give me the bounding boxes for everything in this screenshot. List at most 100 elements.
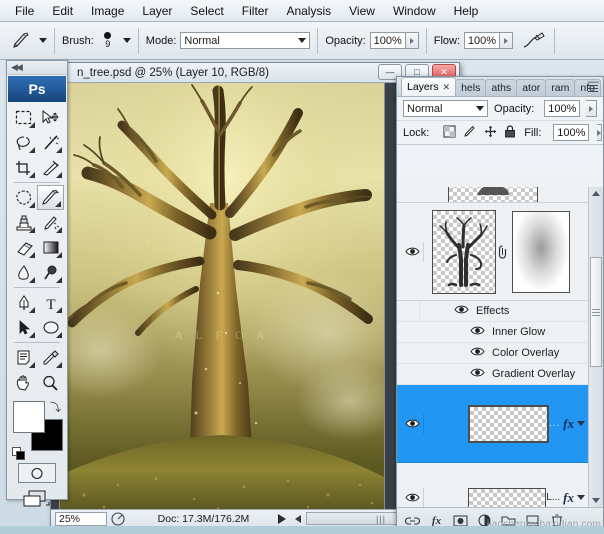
- layer-style-fx-icon[interactable]: fx: [563, 416, 574, 432]
- flow-slider-button[interactable]: [500, 32, 513, 49]
- menu-item-edit[interactable]: Edit: [43, 1, 82, 21]
- menu-item-filter[interactable]: Filter: [233, 1, 278, 21]
- list-item[interactable]: [397, 203, 603, 301]
- lock-transparency-icon[interactable]: [443, 125, 456, 141]
- layer-style-fx-icon[interactable]: fx: [563, 490, 574, 506]
- color-overlay-eye-icon[interactable]: [470, 346, 485, 360]
- ellipse-shape-tool[interactable]: [37, 315, 64, 340]
- layer-opacity-input[interactable]: 100%: [544, 100, 580, 117]
- type-tool[interactable]: T: [37, 290, 64, 315]
- eye-icon[interactable]: [397, 301, 420, 321]
- brush-preset-preview[interactable]: 9: [98, 32, 118, 49]
- brush-tool[interactable]: [37, 185, 64, 210]
- eyedropper-tool[interactable]: [37, 345, 64, 370]
- scroll-left-arrow-icon[interactable]: [295, 515, 301, 523]
- crop-tool[interactable]: [10, 155, 37, 180]
- layer-thumbnail[interactable]: [468, 488, 546, 508]
- document-thumbnail-icon[interactable]: [107, 512, 129, 526]
- notes-tool[interactable]: [10, 345, 37, 370]
- eraser-tool[interactable]: [10, 235, 37, 260]
- close-icon[interactable]: ✕: [443, 82, 451, 93]
- link-mask-icon[interactable]: [496, 244, 508, 260]
- eye-icon[interactable]: [401, 242, 424, 262]
- rectangular-marquee-tool[interactable]: [10, 105, 37, 130]
- list-item[interactable]: Color Overlay: [397, 343, 603, 364]
- expand-triangle-icon[interactable]: [577, 421, 585, 426]
- list-item[interactable]: Gradient Overlay: [397, 364, 603, 385]
- blend-mode-select[interactable]: Normal: [180, 32, 310, 49]
- pen-tool[interactable]: [10, 290, 37, 315]
- screen-mode-icon[interactable]: [20, 489, 54, 509]
- opacity-slider-button[interactable]: [406, 32, 419, 49]
- layer-thumbnail[interactable]: [468, 405, 549, 443]
- tab-layers[interactable]: Layers ✕: [401, 77, 456, 96]
- tab-navigator[interactable]: ator: [516, 79, 546, 96]
- flow-input[interactable]: 100%: [464, 32, 500, 49]
- scrollbar-thumb[interactable]: [590, 257, 602, 367]
- layer-thumbnail[interactable]: [432, 210, 496, 294]
- layer-thumbnail[interactable]: [448, 187, 538, 203]
- blur-tool[interactable]: [10, 260, 37, 285]
- inner-glow-eye-icon[interactable]: [470, 325, 485, 339]
- tab-histogram[interactable]: ram: [545, 79, 575, 96]
- hand-tool[interactable]: [10, 370, 37, 395]
- eye-icon[interactable]: [401, 414, 424, 434]
- list-item[interactable]: Effects: [397, 301, 603, 322]
- table-row[interactable]: ... fx: [397, 385, 603, 463]
- lock-image-icon[interactable]: [463, 125, 477, 141]
- magic-wand-tool[interactable]: [37, 130, 64, 155]
- airbrush-icon[interactable]: [521, 30, 547, 52]
- menu-item-view[interactable]: View: [340, 1, 384, 21]
- path-selection-tool[interactable]: [10, 315, 37, 340]
- menu-item-select[interactable]: Select: [181, 1, 232, 21]
- layer-mask-thumbnail[interactable]: [512, 211, 570, 293]
- zoom-level-input[interactable]: 25%: [55, 512, 107, 526]
- healing-brush-tool[interactable]: [10, 185, 37, 210]
- panel-menu-icon[interactable]: [588, 82, 600, 94]
- layer-opacity-slider-button[interactable]: [586, 100, 597, 117]
- fill-slider-button[interactable]: [597, 124, 602, 141]
- clone-stamp-tool[interactable]: [10, 210, 37, 235]
- layers-scrollbar[interactable]: [588, 187, 603, 507]
- menu-item-analysis[interactable]: Analysis: [277, 1, 340, 21]
- fill-input[interactable]: 100%: [553, 124, 589, 141]
- swap-colors-icon[interactable]: ⤵: [50, 399, 61, 415]
- layer-list[interactable]: Effects Inner Glow: [397, 187, 603, 507]
- menu-item-image[interactable]: Image: [82, 1, 133, 21]
- list-item[interactable]: [397, 187, 603, 203]
- brush-preset-chevron-down-icon[interactable]: [123, 38, 131, 43]
- image-canvas[interactable]: A L F O A: [59, 83, 385, 509]
- menu-item-file[interactable]: File: [6, 1, 43, 21]
- opacity-input[interactable]: 100%: [370, 32, 406, 49]
- toolbox-collapse-bar[interactable]: ◀◀: [7, 61, 67, 75]
- scrollbar-track[interactable]: [590, 201, 602, 493]
- lock-all-icon[interactable]: [504, 125, 516, 141]
- eye-icon[interactable]: [401, 488, 424, 508]
- effects-eye-icon[interactable]: [454, 304, 469, 318]
- foreground-color-swatch[interactable]: [13, 401, 45, 433]
- gradient-tool[interactable]: [37, 235, 64, 260]
- layer-blend-mode-select[interactable]: Normal: [403, 100, 488, 117]
- double-arrow-collapse-icon[interactable]: ◀◀: [11, 62, 21, 73]
- tab-paths[interactable]: aths: [485, 79, 517, 96]
- quick-mask-icon[interactable]: [18, 463, 56, 483]
- lasso-tool[interactable]: [10, 130, 37, 155]
- table-row[interactable]: L... fx: [397, 463, 603, 507]
- history-brush-tool[interactable]: [37, 210, 64, 235]
- expand-triangle-icon[interactable]: [577, 495, 585, 500]
- move-tool[interactable]: [37, 105, 64, 130]
- play-arrow-icon[interactable]: [278, 514, 286, 524]
- slice-tool[interactable]: [37, 155, 64, 180]
- current-tool-picker[interactable]: [8, 30, 47, 52]
- scroll-down-arrow-icon[interactable]: [589, 494, 603, 507]
- menu-item-help[interactable]: Help: [445, 1, 488, 21]
- scroll-up-arrow-icon[interactable]: [589, 187, 603, 200]
- lock-position-icon[interactable]: [484, 125, 497, 141]
- gradient-overlay-eye-icon[interactable]: [470, 367, 485, 381]
- tab-channels[interactable]: hels: [455, 79, 486, 96]
- menu-item-window[interactable]: Window: [384, 1, 445, 21]
- dodge-tool[interactable]: [37, 260, 64, 285]
- default-colors-icon[interactable]: [12, 447, 24, 459]
- zoom-tool[interactable]: [37, 370, 64, 395]
- list-item[interactable]: Inner Glow: [397, 322, 603, 343]
